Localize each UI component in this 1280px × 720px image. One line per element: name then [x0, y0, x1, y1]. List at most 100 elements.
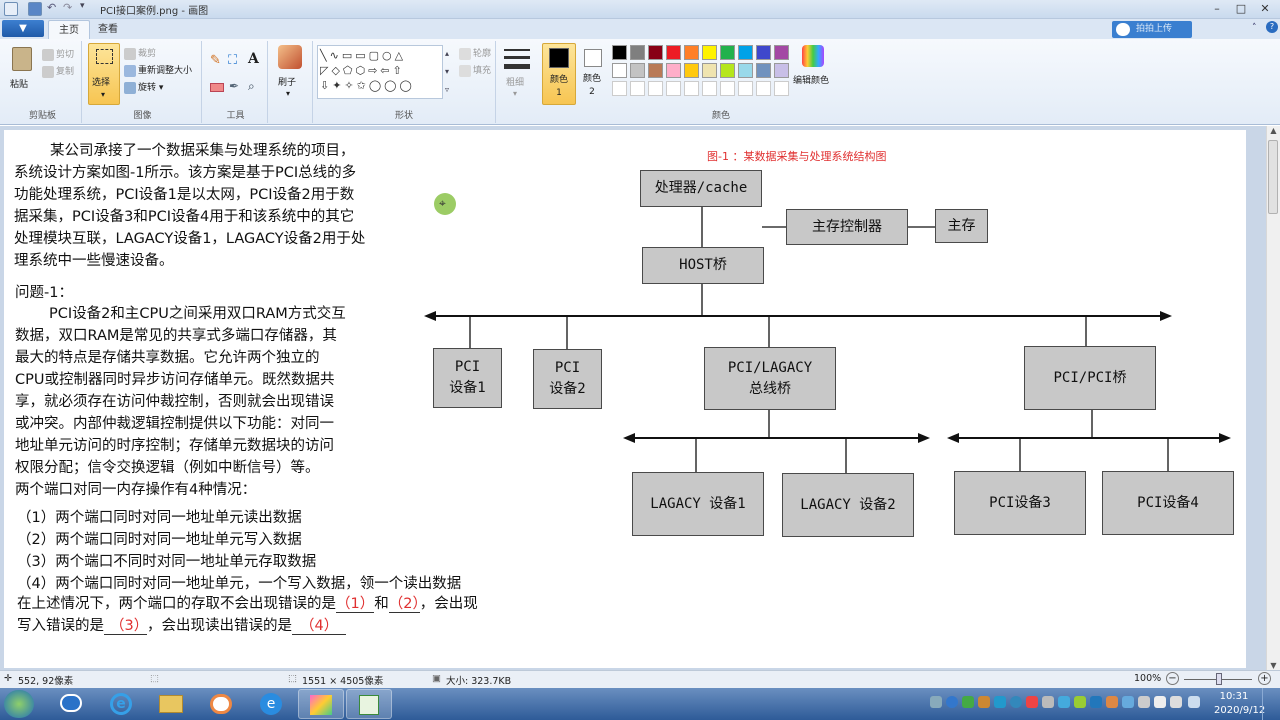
brush-button[interactable]: 刷子 ▾ [272, 43, 308, 105]
custom-color-swatch[interactable] [702, 81, 717, 96]
start-button[interactable] [4, 690, 34, 718]
crop-button[interactable]: 裁剪 [124, 46, 156, 60]
resize-button[interactable]: 重新调整大小 [124, 63, 192, 77]
paint-app-icon[interactable] [4, 2, 18, 16]
tray-icon[interactable] [1090, 696, 1102, 708]
scroll-up-icon[interactable]: ▲ [1267, 126, 1280, 135]
color-swatch[interactable] [774, 63, 789, 78]
custom-color-swatch[interactable] [648, 81, 663, 96]
tray-icon[interactable] [1058, 696, 1070, 708]
undo-icon[interactable]: ↶ [47, 1, 56, 14]
color-swatch[interactable] [648, 45, 663, 60]
color-swatch[interactable] [720, 45, 735, 60]
custom-color-swatch[interactable] [720, 81, 735, 96]
text-tool-icon[interactable]: A [248, 51, 259, 67]
fill-button[interactable]: 填充 [459, 63, 491, 77]
color-swatch[interactable] [666, 45, 681, 60]
color-swatch[interactable] [648, 63, 663, 78]
show-desktop-button[interactable] [1262, 688, 1280, 720]
custom-color-swatch[interactable] [630, 81, 645, 96]
custom-color-swatch[interactable] [756, 81, 771, 96]
color-picker-icon[interactable]: ✒ [229, 79, 239, 93]
tray-icon[interactable] [1042, 696, 1054, 708]
zoom-in-icon[interactable]: + [1258, 672, 1271, 685]
tray-icon[interactable] [994, 696, 1006, 708]
zoom-out-icon[interactable]: − [1166, 672, 1179, 685]
color-swatch[interactable] [666, 63, 681, 78]
color2-button[interactable]: 颜色 2 [578, 43, 608, 105]
shapes-gallery[interactable]: ╲∿▭▭▢○△ ◸◇⬠⬡⇨⇦⇧ ⇩✦✧✩◯◯◯ [317, 45, 443, 99]
rotate-button[interactable]: 旋转 ▾ [124, 80, 163, 94]
custom-color-swatch[interactable] [612, 81, 627, 96]
taskbar-explorer[interactable] [148, 689, 194, 719]
color-swatch[interactable] [630, 63, 645, 78]
color-swatch[interactable] [684, 45, 699, 60]
custom-color-swatch[interactable] [738, 81, 753, 96]
color-swatch[interactable] [612, 45, 627, 60]
tray-help-icon[interactable] [946, 696, 958, 708]
color-swatch[interactable] [612, 63, 627, 78]
canvas[interactable]: 某公司承接了一个数据采集与处理系统的项目， 系统设计方案如图-1所示。该方案是基… [4, 130, 1246, 668]
paste-button[interactable]: 粘贴 [8, 43, 36, 97]
file-menu-button[interactable]: ▼ [2, 20, 44, 37]
save-icon[interactable] [28, 2, 42, 16]
redo-icon[interactable]: ↷ [63, 1, 72, 14]
quick-access-dropdown-icon[interactable]: ▾ [80, 1, 85, 11]
fill-bucket-icon[interactable]: ⛶ [228, 53, 237, 68]
custom-color-swatch[interactable] [684, 81, 699, 96]
color-swatch[interactable] [738, 63, 753, 78]
edit-colors-button[interactable]: 编辑颜色 [793, 43, 830, 103]
color-swatch[interactable] [630, 45, 645, 60]
color-swatch[interactable] [702, 63, 717, 78]
scrollbar-thumb[interactable] [1268, 140, 1278, 214]
magnifier-icon[interactable]: ⌕ [248, 79, 255, 94]
minimize-icon[interactable]: – [1206, 2, 1228, 16]
close-icon[interactable]: ✕ [1254, 2, 1276, 16]
taskbar-baidu-cloud[interactable] [48, 689, 94, 719]
network-icon[interactable] [1188, 696, 1200, 708]
help-icon[interactable]: ? [1266, 21, 1278, 33]
color1-button[interactable]: 颜色 1 [542, 43, 576, 105]
taskbar-chart-app[interactable] [346, 689, 392, 719]
copy-button[interactable]: 复制 [42, 64, 74, 78]
zoom-slider-thumb[interactable] [1216, 673, 1222, 685]
taskbar-paint[interactable] [298, 689, 344, 719]
color-swatch[interactable] [774, 45, 789, 60]
minimize-ribbon-icon[interactable]: ˄ [1252, 23, 1257, 33]
tray-icon[interactable] [1074, 696, 1086, 708]
maximize-icon[interactable]: □ [1230, 2, 1252, 16]
tray-icon[interactable] [930, 696, 942, 708]
tray-icon[interactable] [978, 696, 990, 708]
color-swatch[interactable] [720, 63, 735, 78]
flag-icon[interactable] [1170, 696, 1182, 708]
tray-icon[interactable] [1138, 696, 1150, 708]
clock[interactable]: 10:31 2020/9/12 [1214, 690, 1265, 718]
tray-icon[interactable] [962, 696, 974, 708]
eraser-icon[interactable] [210, 83, 224, 92]
select-button[interactable]: 选择 ▾ [88, 43, 120, 105]
share-upload-button[interactable]: 拍拍上传 [1112, 21, 1192, 38]
bluetooth-icon[interactable] [1122, 696, 1134, 708]
color-swatch[interactable] [684, 63, 699, 78]
color-swatch[interactable] [756, 63, 771, 78]
taskbar-ie[interactable]: e [98, 689, 144, 719]
tray-icon[interactable] [1106, 696, 1118, 708]
color-swatch[interactable] [756, 45, 771, 60]
tab-view[interactable]: 查看 [88, 20, 128, 39]
tray-icon[interactable] [1010, 696, 1022, 708]
size-button[interactable]: 粗细 ▾ [500, 43, 534, 107]
cut-button[interactable]: 剪切 [42, 47, 74, 61]
custom-color-swatch[interactable] [774, 81, 789, 96]
color-swatch[interactable] [738, 45, 753, 60]
outline-button[interactable]: 轮廓 [459, 46, 491, 60]
custom-color-swatch[interactable] [666, 81, 681, 96]
tab-home[interactable]: 主页 [48, 20, 90, 39]
shapes-scroll[interactable]: ▴ ▾ ▿ [445, 45, 455, 99]
color-swatch[interactable] [702, 45, 717, 60]
tray-icon[interactable] [1154, 696, 1166, 708]
tray-icon[interactable] [1026, 696, 1038, 708]
taskbar-baidu-app[interactable] [198, 689, 244, 719]
pencil-icon[interactable]: ✎ [210, 53, 221, 68]
scroll-down-icon[interactable]: ▼ [1267, 661, 1280, 670]
taskbar-ie2[interactable]: e [248, 689, 294, 719]
